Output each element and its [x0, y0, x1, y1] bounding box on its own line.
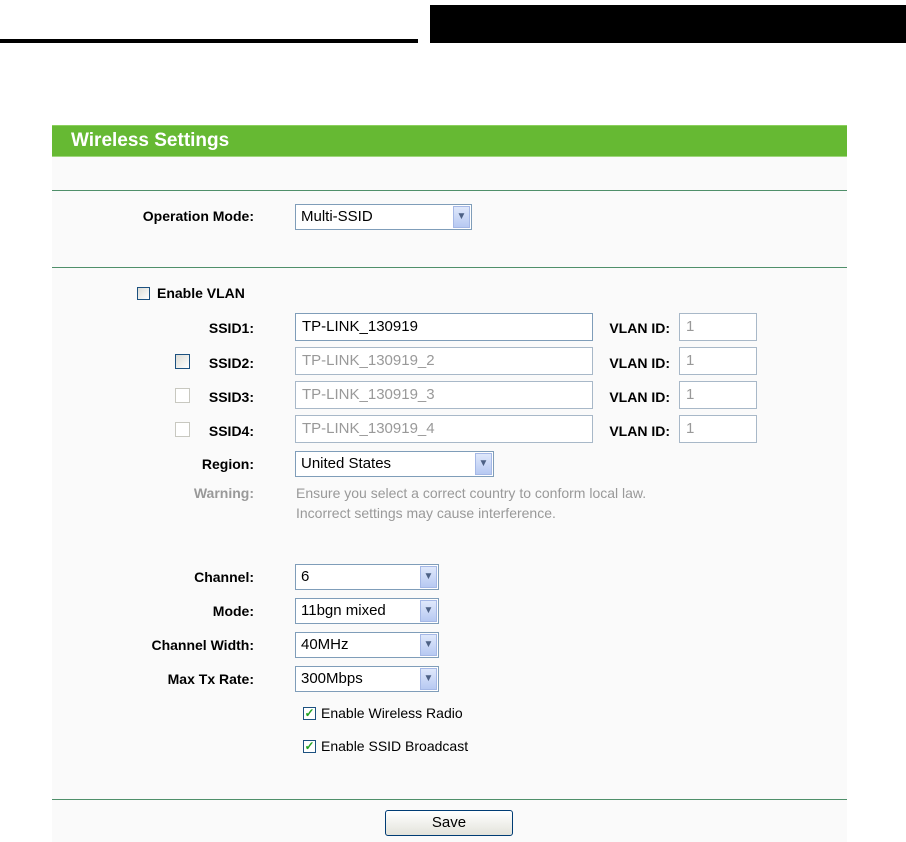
vlan-id-label: VLAN ID: [609, 389, 670, 405]
header-black-bar [430, 5, 906, 43]
ssid4-vlan-id-input[interactable]: 1 [679, 415, 757, 443]
ssid4-label: SSID4: [208, 423, 254, 439]
enable-wireless-radio-checkbox[interactable]: ✓ [303, 707, 316, 720]
ssid1-vlan-id-input[interactable]: 1 [679, 313, 757, 341]
page-title: Wireless Settings [52, 125, 847, 157]
warning-label: Warning: [193, 485, 254, 501]
save-button[interactable]: Save [385, 810, 513, 836]
top-rule [0, 39, 418, 43]
region-select[interactable]: United States ▼ [295, 451, 494, 477]
settings-panel [52, 125, 847, 842]
divider [52, 799, 847, 800]
operation-mode-label: Operation Mode: [142, 208, 254, 224]
warning-text-line2: Incorrect settings may cause interferenc… [296, 505, 556, 521]
warning-text-line1: Ensure you select a correct country to c… [296, 485, 647, 501]
max-tx-rate-select[interactable]: 300Mbps ▼ [295, 666, 439, 692]
region-label: Region: [201, 456, 254, 472]
channel-label: Channel: [194, 569, 254, 585]
max-tx-rate-label: Max Tx Rate: [167, 671, 254, 687]
channel-width-label: Channel Width: [151, 637, 254, 653]
ssid3-label: SSID3: [208, 389, 254, 405]
divider [52, 190, 847, 191]
enable-vlan-label: Enable VLAN [157, 285, 245, 301]
mode-select[interactable]: 11bgn mixed ▼ [295, 598, 439, 624]
chevron-down-icon: ▼ [475, 453, 492, 475]
region-value: United States [301, 455, 392, 472]
channel-width-select[interactable]: 40MHz ▼ [295, 632, 439, 658]
channel-width-value: 40MHz [301, 636, 349, 653]
max-tx-rate-value: 300Mbps [301, 670, 363, 687]
operation-mode-select[interactable]: Multi-SSID ▼ [295, 204, 472, 230]
channel-value: 6 [301, 568, 310, 585]
vlan-id-label: VLAN ID: [609, 320, 670, 336]
enable-vlan-checkbox[interactable] [137, 287, 150, 300]
chevron-down-icon: ▼ [420, 668, 437, 690]
ssid1-label: SSID1: [208, 320, 254, 336]
enable-ssid-broadcast-checkbox[interactable]: ✓ [303, 740, 316, 753]
chevron-down-icon: ▼ [453, 206, 470, 228]
chevron-down-icon: ▼ [420, 634, 437, 656]
chevron-down-icon: ▼ [420, 600, 437, 622]
enable-ssid-broadcast-label: Enable SSID Broadcast [321, 738, 469, 754]
chevron-down-icon: ▼ [420, 566, 437, 588]
channel-select[interactable]: 6 ▼ [295, 564, 439, 590]
operation-mode-value: Multi-SSID [301, 208, 373, 225]
ssid2-vlan-id-input[interactable]: 1 [679, 347, 757, 375]
mode-label: Mode: [212, 603, 254, 619]
vlan-id-label: VLAN ID: [609, 355, 670, 371]
vlan-id-label: VLAN ID: [609, 423, 670, 439]
ssid3-vlan-id-input[interactable]: 1 [679, 381, 757, 409]
divider [52, 267, 847, 268]
ssid2-label: SSID2: [208, 355, 254, 371]
mode-value: 11bgn mixed [301, 602, 386, 619]
enable-wireless-radio-label: Enable Wireless Radio [321, 705, 463, 721]
